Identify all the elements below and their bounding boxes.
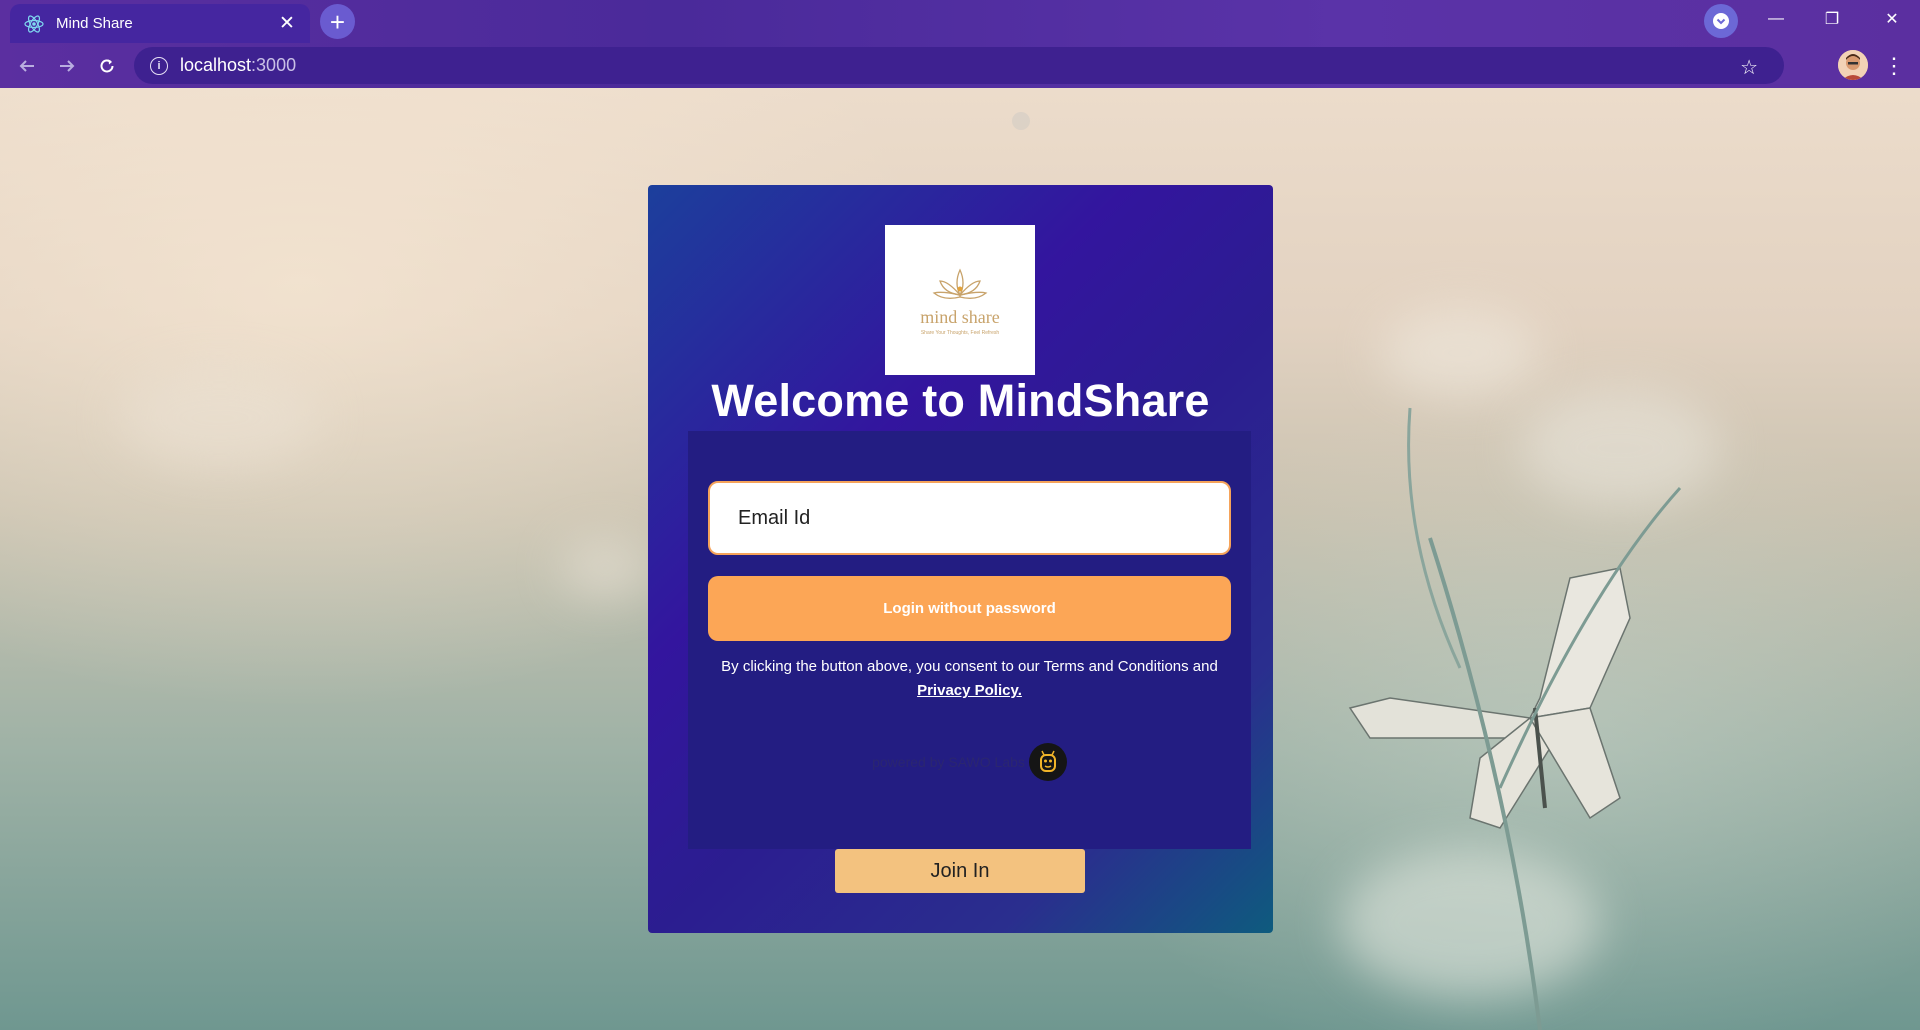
browser-tab[interactable]: Mind Share ✕ xyxy=(10,4,310,43)
tab-close-icon[interactable]: ✕ xyxy=(274,11,300,37)
minimize-button[interactable]: — xyxy=(1748,0,1804,38)
menu-icon[interactable]: ⋮ xyxy=(1883,51,1905,81)
site-info-icon[interactable]: i xyxy=(150,56,168,75)
back-icon[interactable] xyxy=(12,51,42,81)
browser-chrome: Mind Share ✕ + — ❐ ✕ i localhost:3000 ☆ xyxy=(0,0,1920,88)
new-tab-button[interactable]: + xyxy=(320,4,355,39)
url-text: localhost:3000 xyxy=(180,55,297,75)
address-bar[interactable]: i localhost:3000 ☆ xyxy=(134,47,1784,84)
logo-wordmark: mind share xyxy=(920,306,1000,327)
restore-button[interactable]: ❐ xyxy=(1804,0,1860,38)
profile-avatar[interactable] xyxy=(1838,50,1868,80)
browser-toolbar: i localhost:3000 ☆ ⋮ xyxy=(0,43,1920,88)
join-in-button[interactable]: Join In xyxy=(835,849,1085,893)
flower-blur xyxy=(120,368,320,468)
lotus-icon xyxy=(932,267,988,299)
page-background: mind share Share Your Thoughts, Feel Ref… xyxy=(0,88,1920,1030)
sawo-login-container: Login without password By clicking the b… xyxy=(688,431,1251,849)
tab-strip: Mind Share ✕ + — ❐ ✕ xyxy=(0,0,1920,43)
login-without-password-button[interactable]: Login without password xyxy=(708,576,1231,641)
page-title: Welcome to MindShare xyxy=(711,375,1210,426)
mindshare-logo: mind share Share Your Thoughts, Feel Ref… xyxy=(885,225,1035,375)
email-field[interactable] xyxy=(708,481,1231,555)
consent-text: By clicking the button above, you consen… xyxy=(721,658,1218,699)
login-card: mind share Share Your Thoughts, Feel Ref… xyxy=(648,185,1273,933)
bookmark-star-icon[interactable]: ☆ xyxy=(1740,55,1758,80)
sawo-logo-icon xyxy=(1028,743,1067,781)
window-close-button[interactable]: ✕ xyxy=(1864,0,1920,38)
react-icon xyxy=(24,14,44,34)
tab-search-icon[interactable] xyxy=(1704,4,1738,38)
powered-by: powered by SAWO Labs xyxy=(688,743,1251,781)
logo-tagline: Share Your Thoughts, Feel Refresh xyxy=(920,329,1000,336)
forward-icon[interactable] xyxy=(52,51,82,81)
powered-by-text: powered by SAWO Labs xyxy=(872,754,1025,770)
privacy-policy-link[interactable]: Privacy Policy. xyxy=(917,682,1022,699)
flower-blur xyxy=(560,538,650,598)
flower-stems xyxy=(1407,407,1682,1030)
loading-indicator xyxy=(1012,112,1030,130)
tab-title: Mind Share xyxy=(56,15,133,32)
reload-icon[interactable] xyxy=(92,51,122,81)
